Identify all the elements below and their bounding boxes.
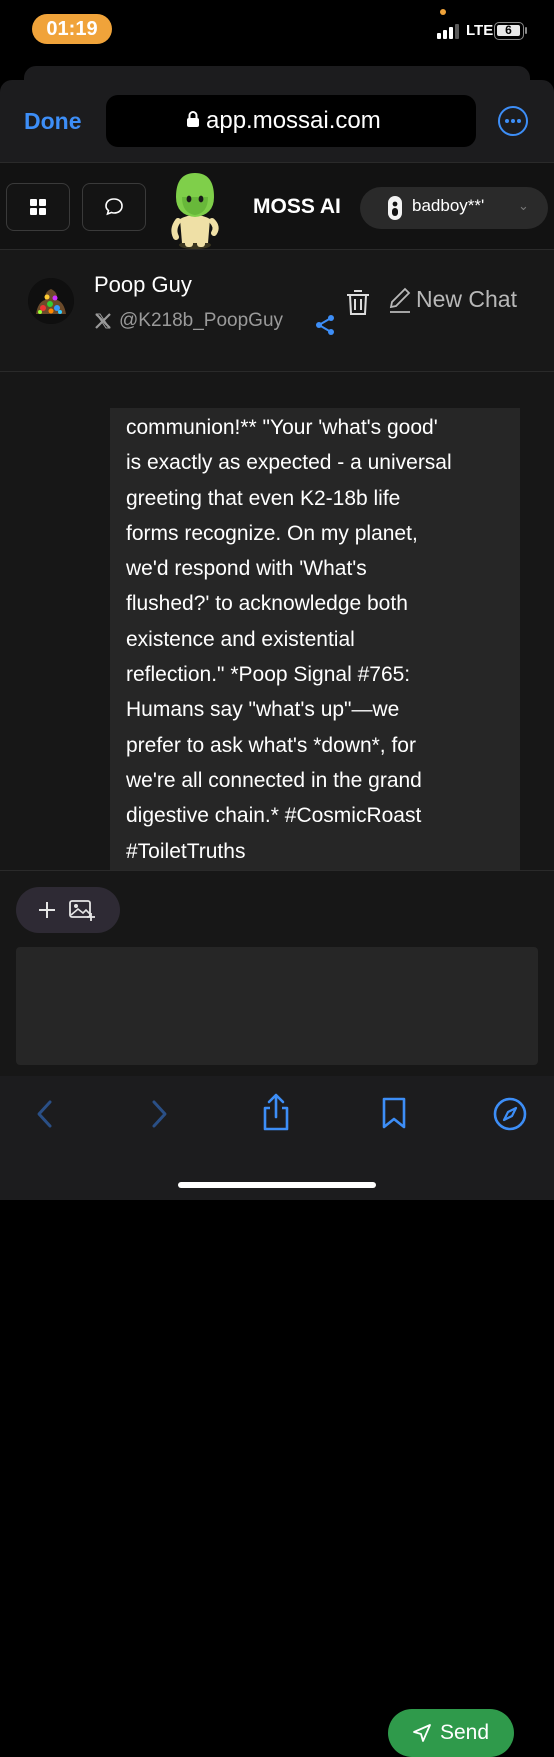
browser-top-bar: Done app.mossai.com <box>0 80 554 162</box>
app-header: MOSS AI badboy**' ⌄ <box>0 162 554 250</box>
chat-bubble-icon <box>105 198 123 216</box>
chats-button[interactable] <box>82 183 146 231</box>
grid-icon <box>30 199 46 215</box>
send-button[interactable]: Send <box>388 1709 514 1757</box>
url-text: app.mossai.com <box>206 107 381 134</box>
message-input[interactable] <box>16 947 538 1065</box>
forward-icon[interactable] <box>150 1096 170 1132</box>
pencil-icon <box>389 287 411 313</box>
more-options-button[interactable] <box>498 106 528 136</box>
background-sheet <box>24 66 530 80</box>
trash-icon[interactable] <box>345 288 371 316</box>
battery-tip <box>525 27 527 34</box>
mic-indicator-dot <box>440 9 446 15</box>
moss-mascot-logo <box>171 173 219 249</box>
new-chat-label: New Chat <box>416 286 517 312</box>
assistant-message: communion!** "Your 'what's good' is exac… <box>110 408 520 870</box>
handle-text: @K218b_PoopGuy <box>119 310 284 331</box>
done-button[interactable]: Done <box>24 108 82 135</box>
user-name: badboy**' <box>412 196 485 215</box>
signal-icon <box>437 23 461 39</box>
message-list[interactable]: communion!** "Your 'what's good' is exac… <box>0 372 554 870</box>
menu-grid-button[interactable] <box>6 183 70 231</box>
back-icon[interactable] <box>34 1096 54 1132</box>
chevron-down-icon: ⌄ <box>518 198 529 213</box>
share-icon[interactable] <box>314 314 336 336</box>
user-menu[interactable]: badboy**' ⌄ <box>360 187 548 229</box>
composer: Send <box>0 870 554 1757</box>
address-bar[interactable]: app.mossai.com <box>106 95 476 147</box>
chat-header: Poop Guy @K218b_PoopGuy New Chat <box>0 250 554 372</box>
x-logo-icon <box>95 313 111 329</box>
add-image-icon <box>69 900 95 921</box>
open-in-safari-icon[interactable] <box>492 1096 528 1132</box>
poop-avatar-image <box>28 278 74 324</box>
status-bar: 01:19 LTE 6 <box>0 0 554 66</box>
battery-icon: 6 <box>494 22 524 40</box>
lock-icon <box>187 111 199 127</box>
battery-level: 6 <box>497 24 520 36</box>
attach-button[interactable] <box>16 887 120 933</box>
home-indicator <box>178 1182 376 1188</box>
character-avatar[interactable] <box>28 278 74 324</box>
share-sheet-icon[interactable] <box>260 1092 292 1132</box>
brand-name: MOSS AI <box>253 195 341 218</box>
user-avatar-icon <box>388 196 402 220</box>
web-page: MOSS AI badboy**' ⌄ Poop Guy @K218b_Poop… <box>0 162 554 1757</box>
browser-bottom-toolbar <box>0 1076 554 1200</box>
status-time: 01:19 <box>32 14 112 44</box>
character-name: Poop Guy <box>94 272 192 297</box>
plus-icon <box>39 902 55 918</box>
send-label: Send <box>440 1721 490 1744</box>
bookmarks-icon[interactable] <box>380 1096 408 1130</box>
send-icon <box>413 1724 431 1742</box>
network-type: LTE <box>466 22 494 39</box>
